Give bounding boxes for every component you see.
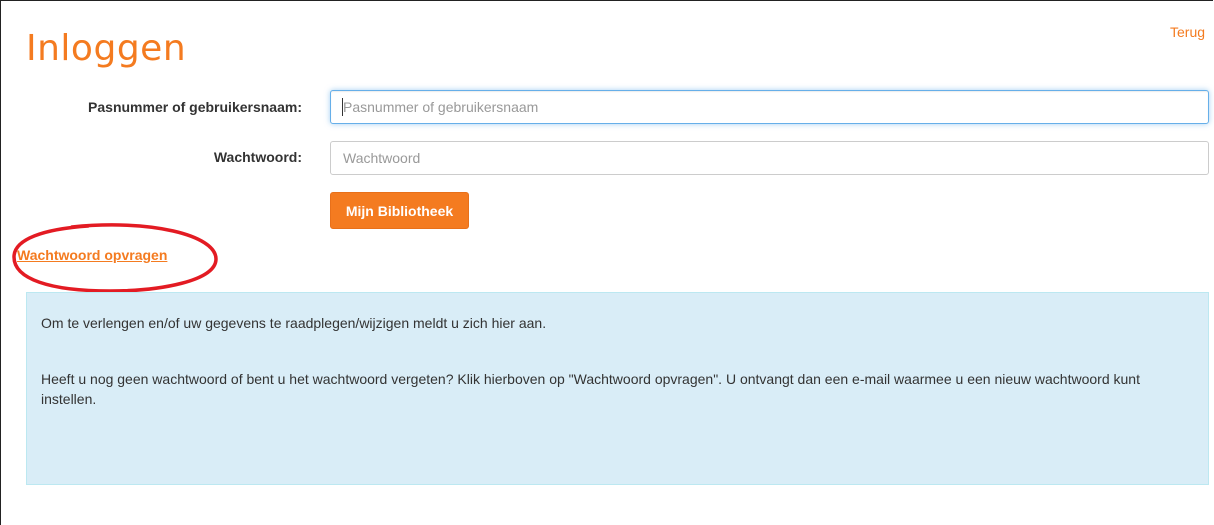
page-title: Inloggen	[26, 28, 187, 69]
text-cursor	[342, 98, 343, 116]
login-button[interactable]: Mijn Bibliotheek	[330, 192, 469, 229]
username-input[interactable]	[330, 90, 1209, 124]
password-input[interactable]	[330, 141, 1209, 175]
password-reset-link[interactable]: Wachtwoord opvragen	[17, 247, 167, 263]
info-panel: Om te verlengen en/of uw gegevens te raa…	[26, 292, 1209, 485]
username-label: Pasnummer of gebruikersnaam:	[88, 99, 302, 115]
password-label: Wachtwoord:	[213, 149, 302, 165]
info-text-password: Heeft u nog geen wachtwoord of bent u he…	[41, 371, 1140, 407]
back-link[interactable]: Terug	[1170, 24, 1205, 40]
info-text-login: Om te verlengen en/of uw gegevens te raa…	[41, 315, 547, 331]
